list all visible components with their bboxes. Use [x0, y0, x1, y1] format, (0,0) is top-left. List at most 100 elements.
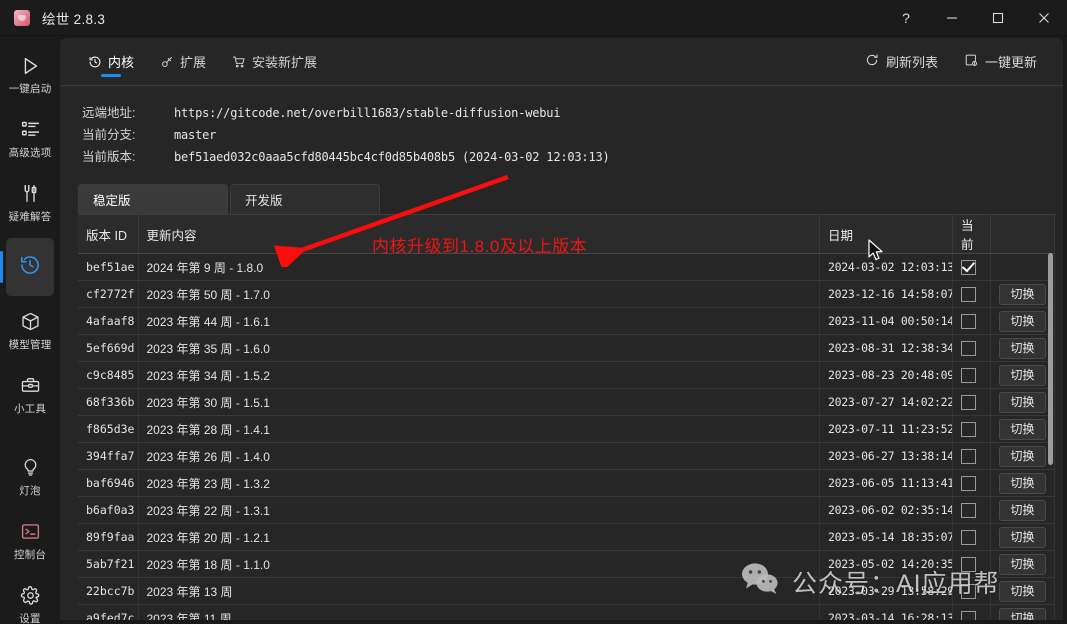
cell-date: 2023-08-31 12:38:34 [819, 334, 953, 362]
sidebar-label-utilities: 小工具 [13, 402, 47, 415]
cell-version-id[interactable]: 5ab7f21 [78, 550, 139, 578]
col-header-date: 日期 [819, 215, 953, 254]
cell-update-note: 2023 年第 28 周 - 1.4.1 [138, 415, 820, 443]
cell-current [952, 280, 991, 308]
table-row: 5ef669d 2023 年第 35 周 - 1.6.0 2023-08-31 12… [78, 334, 1055, 362]
cell-action: 切换 [990, 523, 1055, 551]
switch-version-button[interactable]: 切换 [999, 418, 1046, 440]
cell-update-note: 2023 年第 35 周 - 1.6.0 [138, 334, 820, 362]
switch-version-button[interactable]: 切换 [999, 526, 1046, 548]
repo-info: 远端地址: https://gitcode.net/overbill1683/s… [60, 86, 1063, 174]
app-logo-icon [14, 9, 30, 26]
table-row: bef51ae 2024 年第 9 周 - 1.8.0 2024-03-02 12:… [78, 253, 1055, 281]
question-mark-icon: ? [902, 9, 910, 26]
cell-current [952, 334, 991, 362]
current-checkbox[interactable] [961, 529, 976, 545]
cell-version-id[interactable]: cf2772f [78, 280, 139, 308]
current-checkbox[interactable] [961, 340, 976, 356]
current-checkbox[interactable] [961, 448, 976, 464]
col-header-id: 版本 ID [78, 215, 139, 254]
sidebar-label-launch: 一键启动 [8, 82, 52, 95]
cell-version-id[interactable]: bef51ae [78, 253, 139, 281]
lightbulb-icon [20, 457, 41, 479]
cell-version-id[interactable]: 68f336b [78, 388, 139, 416]
switch-version-button[interactable]: 切换 [999, 499, 1046, 521]
current-checkbox[interactable] [961, 475, 976, 491]
cell-action: 切换 [990, 361, 1055, 389]
cell-date: 2023-06-02 02:35:14 [819, 496, 953, 524]
current-checkbox[interactable] [961, 394, 976, 410]
tab-kernel-label: 内核 [108, 55, 135, 70]
sidebar: 一键启动 高级选项 疑难解答 模型管理 小工具 灯泡 控制台 设置 [0, 36, 60, 624]
current-checkbox[interactable] [961, 421, 976, 437]
body-container: 一键启动 高级选项 疑难解答 模型管理 小工具 灯泡 控制台 设置 内核 扩展 … [0, 36, 1067, 624]
maximize-button[interactable] [975, 0, 1021, 36]
subtab-dev[interactable]: 开发版 [230, 184, 380, 214]
sidebar-item-advanced[interactable]: 高级选项 [6, 110, 54, 168]
minimize-button[interactable] [929, 0, 975, 36]
switch-version-button[interactable]: 切换 [999, 607, 1046, 620]
cell-update-note: 2023 年第 30 周 - 1.5.1 [138, 388, 820, 416]
cell-version-id[interactable]: 4afaaf8 [78, 307, 139, 335]
subtab-stable[interactable]: 稳定版 [78, 184, 228, 214]
current-checkbox[interactable] [961, 610, 976, 620]
switch-version-button[interactable]: 切换 [999, 364, 1046, 386]
cell-version-id[interactable]: 5ef669d [78, 334, 139, 362]
sidebar-item-settings[interactable]: 设置 [6, 576, 54, 624]
vertical-scrollbar[interactable] [1048, 253, 1053, 465]
sidebar-item-launch[interactable]: 一键启动 [6, 46, 54, 104]
help-button[interactable]: ? [883, 0, 929, 36]
current-checkbox-checked[interactable] [961, 259, 976, 275]
sidebar-item-console[interactable]: 控制台 [6, 512, 54, 570]
cell-update-note: 2024 年第 9 周 - 1.8.0 [138, 253, 820, 281]
cell-update-note: 2023 年第 23 周 - 1.3.2 [138, 469, 820, 497]
sidebar-item-models[interactable]: 模型管理 [6, 302, 54, 360]
terminal-icon [20, 521, 41, 543]
switch-version-button[interactable]: 切换 [999, 553, 1046, 575]
tab-extensions[interactable]: 扩展 [150, 38, 216, 86]
info-row-branch: 当前分支: master [82, 124, 1063, 146]
switch-version-button[interactable]: 切换 [999, 472, 1046, 494]
sidebar-item-utilities[interactable]: 小工具 [6, 366, 54, 424]
cell-version-id[interactable]: f865d3e [78, 415, 139, 443]
table-row: 5ab7f21 2023 年第 18 周 - 1.1.0 2023-05-02 14… [78, 550, 1055, 578]
cell-update-note: 2023 年第 11 周 [138, 604, 820, 620]
switch-version-button[interactable]: 切换 [999, 580, 1046, 602]
plugin-icon [160, 55, 174, 69]
cell-version-id[interactable]: c9c8485 [78, 361, 139, 389]
switch-version-button[interactable]: 切换 [999, 445, 1046, 467]
sidebar-item-version-history[interactable] [0, 238, 54, 296]
cell-version-id[interactable]: baf6946 [78, 469, 139, 497]
current-checkbox[interactable] [961, 583, 976, 599]
current-checkbox[interactable] [961, 313, 976, 329]
tab-install-extension[interactable]: 安装新扩展 [222, 38, 327, 86]
cell-version-id[interactable]: 22bcc7b [78, 577, 139, 605]
one-click-update-button[interactable]: 一键更新 [954, 46, 1047, 77]
switch-version-button[interactable]: 切换 [999, 283, 1046, 305]
cell-date: 2023-03-14 16:28:13 [819, 604, 953, 620]
switch-version-button[interactable]: 切换 [999, 391, 1046, 413]
cell-version-id[interactable]: 394ffa7 [78, 442, 139, 470]
cell-version-id[interactable]: 89f9faa [78, 523, 139, 551]
window-title: 绘世 2.8.3 [42, 11, 106, 27]
current-checkbox[interactable] [961, 286, 976, 302]
cell-version-id[interactable]: b6af0a3 [78, 496, 139, 524]
current-checkbox[interactable] [961, 556, 976, 572]
refresh-list-button[interactable]: 刷新列表 [855, 46, 948, 77]
info-value-version: bef51aed032c0aaa5cfd80445bc4cf0d85b408b5… [174, 150, 610, 164]
cell-date: 2023-05-02 14:20:35 [819, 550, 953, 578]
cell-action: 切换 [990, 604, 1055, 620]
cell-version-id[interactable]: a9fed7c [78, 604, 139, 620]
close-button[interactable] [1021, 0, 1067, 36]
sidebar-item-troubleshoot[interactable]: 疑难解答 [6, 174, 54, 232]
cell-date: 2023-06-05 11:13:41 [819, 469, 953, 497]
current-checkbox[interactable] [961, 502, 976, 518]
tab-kernel[interactable]: 内核 [78, 38, 144, 86]
cell-update-note: 2023 年第 34 周 - 1.5.2 [138, 361, 820, 389]
sidebar-item-tips[interactable]: 灯泡 [6, 448, 54, 506]
current-checkbox[interactable] [961, 367, 976, 383]
switch-version-button[interactable]: 切换 [999, 310, 1046, 332]
subtab-stable-label: 稳定版 [93, 194, 131, 208]
switch-version-button[interactable]: 切换 [999, 337, 1046, 359]
toolbox-icon [20, 375, 41, 397]
